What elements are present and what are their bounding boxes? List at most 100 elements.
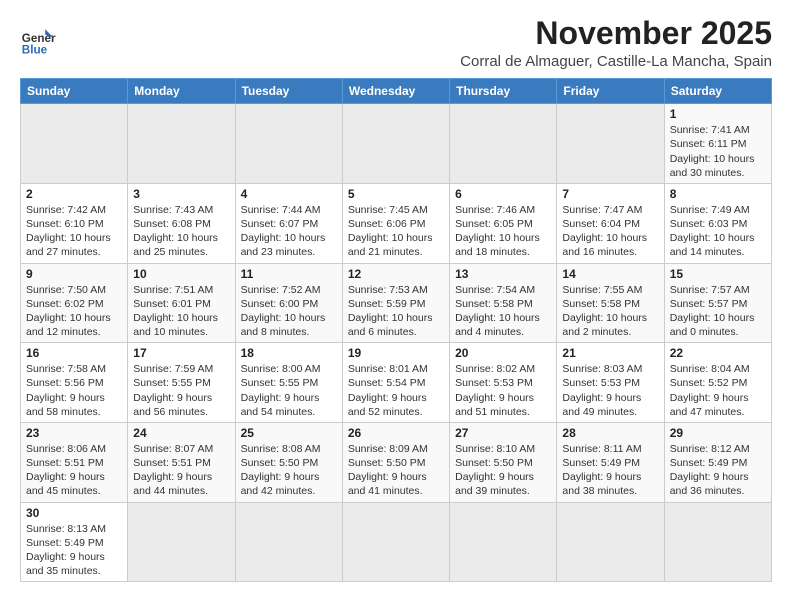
day-number: 12 bbox=[348, 267, 444, 281]
header: General Blue November 2025 Corral de Alm… bbox=[20, 16, 772, 70]
calendar-cell: 2 Sunrise: 7:42 AM Sunset: 6:10 PM Daylig… bbox=[21, 183, 128, 263]
week-row-3: 9Sunrise: 7:50 AM Sunset: 6:02 PM Daylig… bbox=[21, 263, 772, 343]
day-info: Sunrise: 7:55 AM Sunset: 5:58 PM Dayligh… bbox=[562, 283, 658, 340]
week-row-5: 23 Sunrise: 8:06 AM Sunset: 5:51 PM Dayli… bbox=[21, 422, 772, 502]
day-info: Sunrise: 7:58 AM Sunset: 5:56 PM Dayligh… bbox=[26, 362, 122, 419]
calendar-cell: 30Sunrise: 8:13 AM Sunset: 5:49 PM Dayli… bbox=[21, 502, 128, 582]
calendar-cell bbox=[128, 502, 235, 582]
calendar-cell: 12 Sunrise: 7:53 AM Sunset: 5:59 PM Dayli… bbox=[342, 263, 449, 343]
day-number: 5 bbox=[348, 187, 444, 201]
day-info: Sunrise: 8:01 AM Sunset: 5:54 PM Dayligh… bbox=[348, 362, 444, 419]
day-number: 30 bbox=[26, 506, 122, 520]
day-number: 2 bbox=[26, 187, 122, 201]
calendar-cell: 18 Sunrise: 8:00 AM Sunset: 5:55 PM Dayli… bbox=[235, 343, 342, 423]
calendar-cell bbox=[557, 104, 664, 184]
calendar-cell: 14 Sunrise: 7:55 AM Sunset: 5:58 PM Dayli… bbox=[557, 263, 664, 343]
day-info: Sunrise: 7:57 AM Sunset: 5:57 PM Dayligh… bbox=[670, 283, 766, 340]
day-number: 14 bbox=[562, 267, 658, 281]
calendar-cell bbox=[21, 104, 128, 184]
logo: General Blue bbox=[20, 22, 56, 58]
day-number: 6 bbox=[455, 187, 551, 201]
day-info: Sunrise: 7:45 AM Sunset: 6:06 PM Dayligh… bbox=[348, 203, 444, 260]
day-info: Sunrise: 7:42 AM Sunset: 6:10 PM Dayligh… bbox=[26, 203, 122, 260]
calendar-cell: 9Sunrise: 7:50 AM Sunset: 6:02 PM Daylig… bbox=[21, 263, 128, 343]
calendar-cell: 19 Sunrise: 8:01 AM Sunset: 5:54 PM Dayli… bbox=[342, 343, 449, 423]
calendar-cell: 29Sunrise: 8:12 AM Sunset: 5:49 PM Dayli… bbox=[664, 422, 771, 502]
calendar-cell bbox=[128, 104, 235, 184]
calendar-cell: 3 Sunrise: 7:43 AM Sunset: 6:08 PM Daylig… bbox=[128, 183, 235, 263]
day-number: 9 bbox=[26, 267, 122, 281]
day-number: 11 bbox=[241, 267, 337, 281]
day-number: 17 bbox=[133, 346, 229, 360]
weekday-header-sunday: Sunday bbox=[21, 79, 128, 104]
day-number: 24 bbox=[133, 426, 229, 440]
day-number: 23 bbox=[26, 426, 122, 440]
calendar-cell bbox=[664, 502, 771, 582]
calendar-cell bbox=[342, 104, 449, 184]
calendar-cell: 11 Sunrise: 7:52 AM Sunset: 6:00 PM Dayli… bbox=[235, 263, 342, 343]
day-number: 26 bbox=[348, 426, 444, 440]
calendar-cell: 6 Sunrise: 7:46 AM Sunset: 6:05 PM Daylig… bbox=[450, 183, 557, 263]
day-info: Sunrise: 8:00 AM Sunset: 5:55 PM Dayligh… bbox=[241, 362, 337, 419]
day-info: Sunrise: 8:08 AM Sunset: 5:50 PM Dayligh… bbox=[241, 442, 337, 499]
day-number: 15 bbox=[670, 267, 766, 281]
calendar-cell: 1 Sunrise: 7:41 AM Sunset: 6:11 PM Daylig… bbox=[664, 104, 771, 184]
calendar-cell: 15 Sunrise: 7:57 AM Sunset: 5:57 PM Dayli… bbox=[664, 263, 771, 343]
day-info: Sunrise: 8:06 AM Sunset: 5:51 PM Dayligh… bbox=[26, 442, 122, 499]
calendar-cell: 26 Sunrise: 8:09 AM Sunset: 5:50 PM Dayli… bbox=[342, 422, 449, 502]
day-info: Sunrise: 7:43 AM Sunset: 6:08 PM Dayligh… bbox=[133, 203, 229, 260]
weekday-header-saturday: Saturday bbox=[664, 79, 771, 104]
calendar-cell: 27Sunrise: 8:10 AM Sunset: 5:50 PM Dayli… bbox=[450, 422, 557, 502]
day-number: 1 bbox=[670, 107, 766, 121]
day-info: Sunrise: 7:41 AM Sunset: 6:11 PM Dayligh… bbox=[670, 123, 766, 180]
calendar-cell: 21 Sunrise: 8:03 AM Sunset: 5:53 PM Dayli… bbox=[557, 343, 664, 423]
day-number: 8 bbox=[670, 187, 766, 201]
weekday-header-friday: Friday bbox=[557, 79, 664, 104]
day-info: Sunrise: 8:04 AM Sunset: 5:52 PM Dayligh… bbox=[670, 362, 766, 419]
month-title: November 2025 bbox=[460, 16, 772, 51]
day-info: Sunrise: 7:51 AM Sunset: 6:01 PM Dayligh… bbox=[133, 283, 229, 340]
calendar-cell: 7Sunrise: 7:47 AM Sunset: 6:04 PM Daylig… bbox=[557, 183, 664, 263]
day-number: 18 bbox=[241, 346, 337, 360]
day-number: 3 bbox=[133, 187, 229, 201]
day-number: 19 bbox=[348, 346, 444, 360]
week-row-1: 1 Sunrise: 7:41 AM Sunset: 6:11 PM Daylig… bbox=[21, 104, 772, 184]
calendar-cell: 4 Sunrise: 7:44 AM Sunset: 6:07 PM Daylig… bbox=[235, 183, 342, 263]
day-number: 29 bbox=[670, 426, 766, 440]
weekday-header-tuesday: Tuesday bbox=[235, 79, 342, 104]
week-row-4: 16 Sunrise: 7:58 AM Sunset: 5:56 PM Dayli… bbox=[21, 343, 772, 423]
calendar-cell: 8 Sunrise: 7:49 AM Sunset: 6:03 PM Daylig… bbox=[664, 183, 771, 263]
day-info: Sunrise: 7:53 AM Sunset: 5:59 PM Dayligh… bbox=[348, 283, 444, 340]
day-info: Sunrise: 8:02 AM Sunset: 5:53 PM Dayligh… bbox=[455, 362, 551, 419]
day-number: 21 bbox=[562, 346, 658, 360]
day-info: Sunrise: 7:59 AM Sunset: 5:55 PM Dayligh… bbox=[133, 362, 229, 419]
day-info: Sunrise: 7:52 AM Sunset: 6:00 PM Dayligh… bbox=[241, 283, 337, 340]
day-info: Sunrise: 7:54 AM Sunset: 5:58 PM Dayligh… bbox=[455, 283, 551, 340]
title-block: November 2025 Corral de Almaguer, Castil… bbox=[460, 16, 772, 70]
day-number: 16 bbox=[26, 346, 122, 360]
day-info: Sunrise: 8:09 AM Sunset: 5:50 PM Dayligh… bbox=[348, 442, 444, 499]
calendar-cell bbox=[450, 104, 557, 184]
weekday-header-wednesday: Wednesday bbox=[342, 79, 449, 104]
day-number: 4 bbox=[241, 187, 337, 201]
day-info: Sunrise: 8:07 AM Sunset: 5:51 PM Dayligh… bbox=[133, 442, 229, 499]
calendar-cell bbox=[450, 502, 557, 582]
calendar-cell bbox=[342, 502, 449, 582]
day-info: Sunrise: 8:03 AM Sunset: 5:53 PM Dayligh… bbox=[562, 362, 658, 419]
day-info: Sunrise: 8:11 AM Sunset: 5:49 PM Dayligh… bbox=[562, 442, 658, 499]
calendar-cell: 24 Sunrise: 8:07 AM Sunset: 5:51 PM Dayli… bbox=[128, 422, 235, 502]
calendar-cell: 13Sunrise: 7:54 AM Sunset: 5:58 PM Dayli… bbox=[450, 263, 557, 343]
weekday-header-row: SundayMondayTuesdayWednesdayThursdayFrid… bbox=[21, 79, 772, 104]
day-number: 28 bbox=[562, 426, 658, 440]
day-info: Sunrise: 7:46 AM Sunset: 6:05 PM Dayligh… bbox=[455, 203, 551, 260]
day-info: Sunrise: 8:10 AM Sunset: 5:50 PM Dayligh… bbox=[455, 442, 551, 499]
calendar-cell: 25Sunrise: 8:08 AM Sunset: 5:50 PM Dayli… bbox=[235, 422, 342, 502]
day-info: Sunrise: 7:49 AM Sunset: 6:03 PM Dayligh… bbox=[670, 203, 766, 260]
calendar-cell bbox=[235, 502, 342, 582]
calendar-cell: 5 Sunrise: 7:45 AM Sunset: 6:06 PM Daylig… bbox=[342, 183, 449, 263]
day-info: Sunrise: 7:44 AM Sunset: 6:07 PM Dayligh… bbox=[241, 203, 337, 260]
day-number: 20 bbox=[455, 346, 551, 360]
calendar-cell: 23 Sunrise: 8:06 AM Sunset: 5:51 PM Dayli… bbox=[21, 422, 128, 502]
calendar-cell bbox=[235, 104, 342, 184]
day-info: Sunrise: 7:47 AM Sunset: 6:04 PM Dayligh… bbox=[562, 203, 658, 260]
